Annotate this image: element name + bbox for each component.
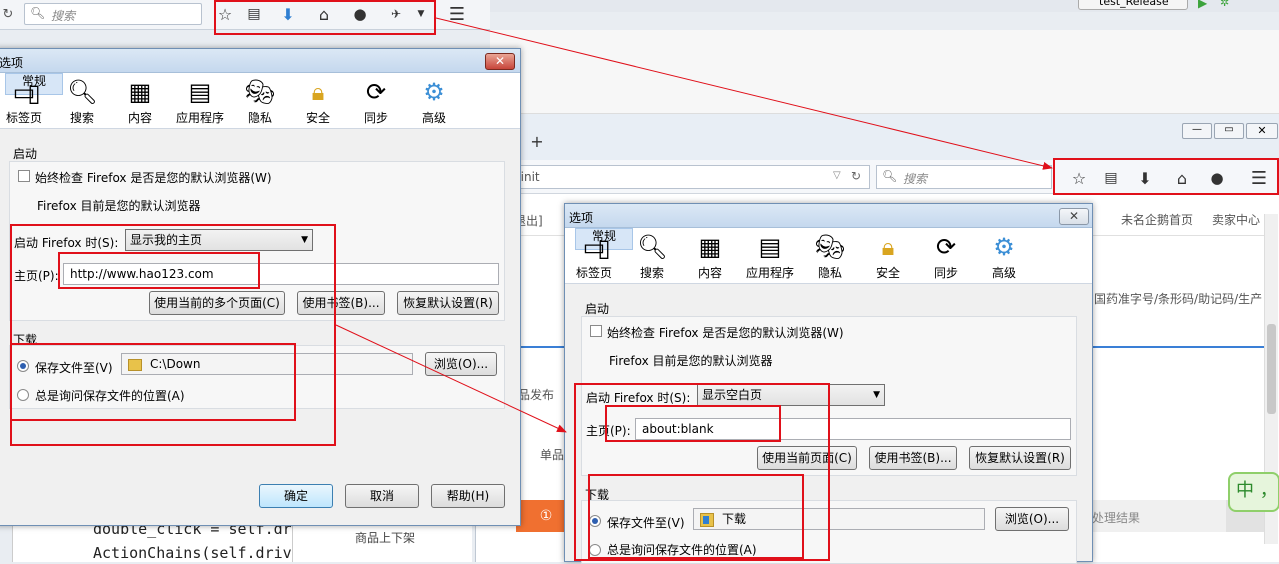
arrow-settings: [335, 324, 567, 433]
arrow-toolbar: [435, 17, 1053, 170]
annotation-arrows: [335, 17, 1053, 433]
